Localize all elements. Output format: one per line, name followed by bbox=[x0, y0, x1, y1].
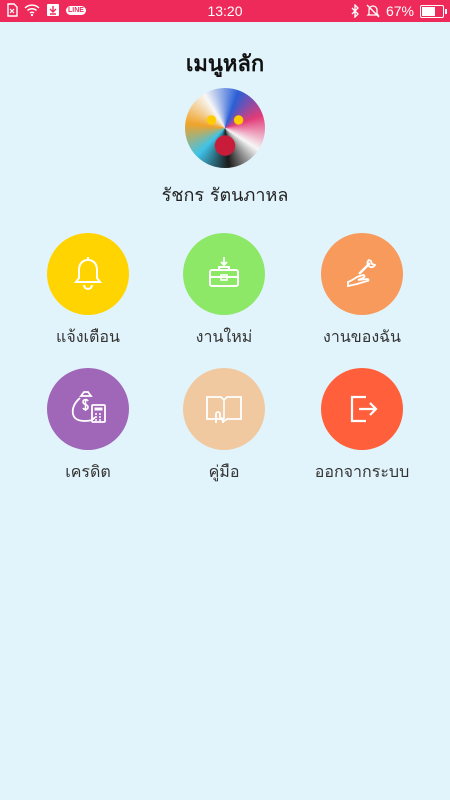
page-title: เมนูหลัก bbox=[185, 52, 265, 77]
menu-logout[interactable]: ออกจากระบบ bbox=[292, 368, 432, 485]
menu-label: คู่มือ bbox=[208, 462, 240, 481]
menu-circle[interactable] bbox=[321, 368, 403, 450]
battery-percent: 67% bbox=[385, 3, 414, 19]
mute-icon bbox=[366, 4, 380, 18]
avatar[interactable] bbox=[185, 88, 265, 168]
menu-notifications[interactable]: แจ้งเตือน bbox=[18, 233, 158, 350]
menu-manual[interactable]: คู่มือ bbox=[154, 368, 294, 485]
menu-credit[interactable]: เครดิต bbox=[18, 368, 158, 485]
profile-name: รัชกร รัตนภาหล bbox=[161, 185, 289, 206]
status-right-icons: 67% bbox=[350, 3, 447, 19]
book-hand-icon bbox=[206, 396, 242, 423]
battery-icon bbox=[420, 4, 447, 18]
menu-circle[interactable] bbox=[47, 233, 129, 315]
menu-label: เครดิต bbox=[65, 462, 111, 481]
wrench-hand-icon bbox=[347, 258, 377, 288]
logout-icon bbox=[350, 395, 378, 423]
bell-icon bbox=[74, 257, 102, 290]
menu-circle[interactable] bbox=[47, 368, 129, 450]
menu-my-jobs[interactable]: งานของฉัน bbox=[292, 233, 432, 350]
battery-level-fill bbox=[422, 6, 435, 16]
menu-circle[interactable] bbox=[183, 368, 265, 450]
bluetooth-icon bbox=[350, 4, 360, 18]
status-bar: LINE 13:20 67% bbox=[0, 0, 450, 22]
toolbox-icon bbox=[209, 257, 239, 287]
menu-label: แจ้งเตือน bbox=[56, 327, 120, 346]
menu-label: ออกจากระบบ bbox=[314, 462, 410, 481]
menu-circle[interactable] bbox=[321, 233, 403, 315]
menu-label: งานของฉัน bbox=[323, 327, 401, 346]
money-bag-calculator-icon bbox=[71, 391, 106, 423]
menu-circle[interactable] bbox=[183, 233, 265, 315]
menu-new-jobs[interactable]: งานใหม่ bbox=[154, 233, 294, 350]
menu-label: งานใหม่ bbox=[195, 327, 253, 346]
